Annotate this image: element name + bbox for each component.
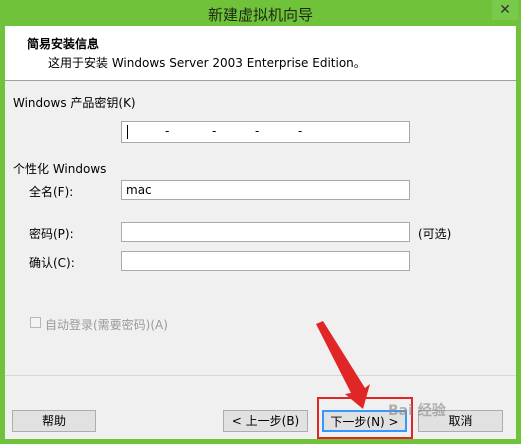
wizard-window: 新建虚拟机向导 ✕ 简易安装信息 这用于安装 Windows Server 20… <box>0 0 521 444</box>
window-title: 新建虚拟机向导 <box>207 6 313 24</box>
close-icon[interactable]: ✕ <box>492 0 518 20</box>
red-arrow-icon <box>316 321 370 409</box>
wizard-client-area: 简易安装信息 这用于安装 Windows Server 2003 Enterpr… <box>5 26 516 439</box>
title-bar[interactable]: 新建虚拟机向导 ✕ <box>0 0 521 26</box>
